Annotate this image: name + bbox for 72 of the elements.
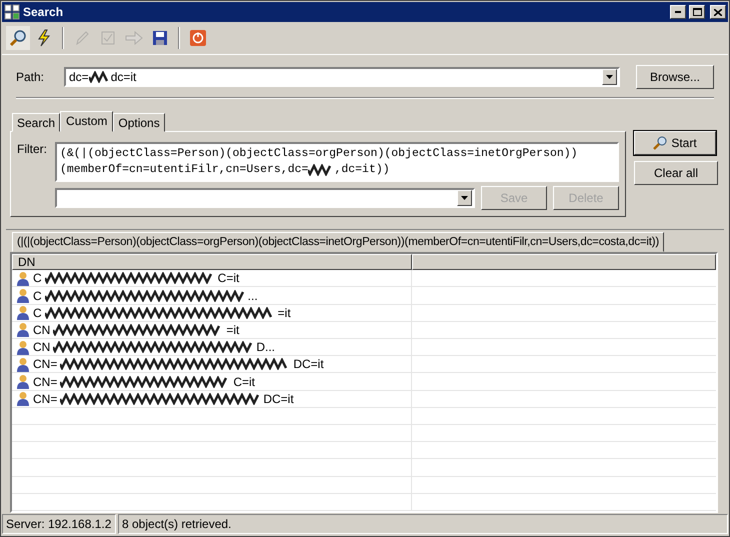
pencil-icon <box>74 29 90 47</box>
server-status: Server: 192.168.1.2 <box>2 514 116 534</box>
dn-text: ... <box>248 288 258 302</box>
user-icon <box>16 340 30 355</box>
maximize-button[interactable] <box>689 5 705 19</box>
clear-all-button[interactable]: Clear all <box>634 161 718 185</box>
path-value-start: dc= <box>69 70 89 84</box>
search-icon <box>9 29 27 47</box>
dn-text: C=it <box>233 374 256 389</box>
dn-text: CN= <box>33 374 58 389</box>
dropdown-arrow-icon <box>606 75 613 79</box>
path-field[interactable]: dc= dc=it <box>64 67 620 87</box>
user-icon <box>16 288 30 303</box>
status-message: 8 object(s) retrieved. <box>118 514 728 534</box>
dn-text: C <box>33 306 42 320</box>
tab[interactable]: Search <box>12 113 60 132</box>
start-button[interactable]: Start <box>634 131 716 155</box>
lightning-icon <box>36 29 52 47</box>
dn-text: CN <box>33 340 50 354</box>
tab[interactable]: Options <box>113 113 165 132</box>
minimize-button[interactable] <box>670 5 686 19</box>
list-item[interactable]: CN= DC=it <box>12 356 412 372</box>
filter-line: (&(|(objectClass=Person)(objectClass=orgPerson)(objectClass=inetOrgPerson)) <box>60 146 579 162</box>
app-icon <box>4 4 20 20</box>
user-icon <box>16 322 30 338</box>
saved-filter-dropdown[interactable] <box>55 188 475 208</box>
toolbar-button[interactable] <box>6 26 30 50</box>
power-icon <box>189 29 207 47</box>
dropdown-button[interactable] <box>602 69 617 85</box>
dn-text: C=it <box>218 271 240 286</box>
redaction-mark <box>88 71 111 83</box>
user-icon <box>16 270 30 286</box>
close-button[interactable] <box>710 5 726 19</box>
dn-text: C <box>33 271 42 286</box>
close-icon <box>714 8 722 16</box>
tab[interactable]: Custom <box>60 111 114 132</box>
dropdown-arrow-icon <box>461 196 468 200</box>
path-label: Path: <box>16 70 46 84</box>
list-item[interactable]: CN =it <box>12 322 412 338</box>
dn-text: =it <box>226 322 240 337</box>
filter-text: (memberOf=cn=utentiFilr,cn=Users,dc= <box>60 162 308 178</box>
user-icon <box>16 391 30 406</box>
dn-text: D... <box>256 340 276 354</box>
list-item[interactable]: C ... <box>12 287 412 304</box>
dn-text: DC=it <box>263 392 294 406</box>
list-item[interactable]: CN= DC=it <box>12 390 412 407</box>
list-item[interactable]: C =it <box>12 304 412 321</box>
checkbox-icon <box>100 30 116 46</box>
user-icon <box>16 374 30 390</box>
dn-text: CN= <box>33 357 58 372</box>
column-header[interactable] <box>412 254 716 270</box>
list-item[interactable]: C C=it <box>12 270 412 286</box>
browse-button[interactable]: Browse... <box>636 65 714 89</box>
maximize-icon <box>692 8 702 16</box>
filter-text: ,dc=it)) <box>334 162 390 178</box>
dn-text: CN= <box>33 392 58 406</box>
filter-label: Filter: <box>17 142 48 158</box>
list-item[interactable]: CN= C=it <box>12 373 412 390</box>
arrow-right-icon <box>125 31 143 45</box>
user-icon <box>16 305 30 320</box>
dn-text: CN <box>33 322 50 337</box>
list-item[interactable]: CN D... <box>12 339 412 356</box>
dn-text: =it <box>278 306 291 320</box>
search-icon <box>653 136 668 150</box>
window-title: Search <box>23 5 64 19</box>
filter-field[interactable]: (&(|(objectClass=Person)(objectClass=orgPerson)(objectClass=inetOrgPerson)) (memberOf=cn=utentiFilr,cn=Users,dc= ,dc=it)) <box>55 142 619 182</box>
dn-text: C <box>33 288 42 302</box>
minimize-icon <box>675 11 681 13</box>
dn-text: DC=it <box>293 357 324 372</box>
path-value-end: dc=it <box>110 70 136 84</box>
column-header[interactable]: DN <box>12 254 412 270</box>
user-icon <box>16 356 30 372</box>
